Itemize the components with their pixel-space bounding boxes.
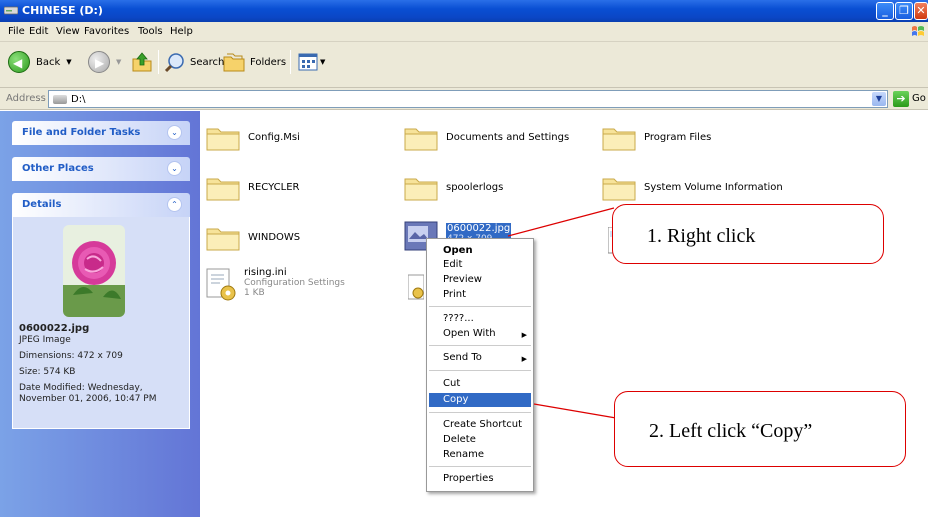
callout-right-click: 1. Right click	[612, 204, 884, 264]
callout-step2-text: 2. Left click “Copy”	[649, 420, 813, 442]
callout-left-click-copy: 2. Left click “Copy”	[614, 391, 906, 467]
callout-step1-text: 1. Right click	[647, 225, 756, 247]
callout-2-leader	[533, 403, 617, 419]
callout-1-leader	[507, 207, 615, 237]
